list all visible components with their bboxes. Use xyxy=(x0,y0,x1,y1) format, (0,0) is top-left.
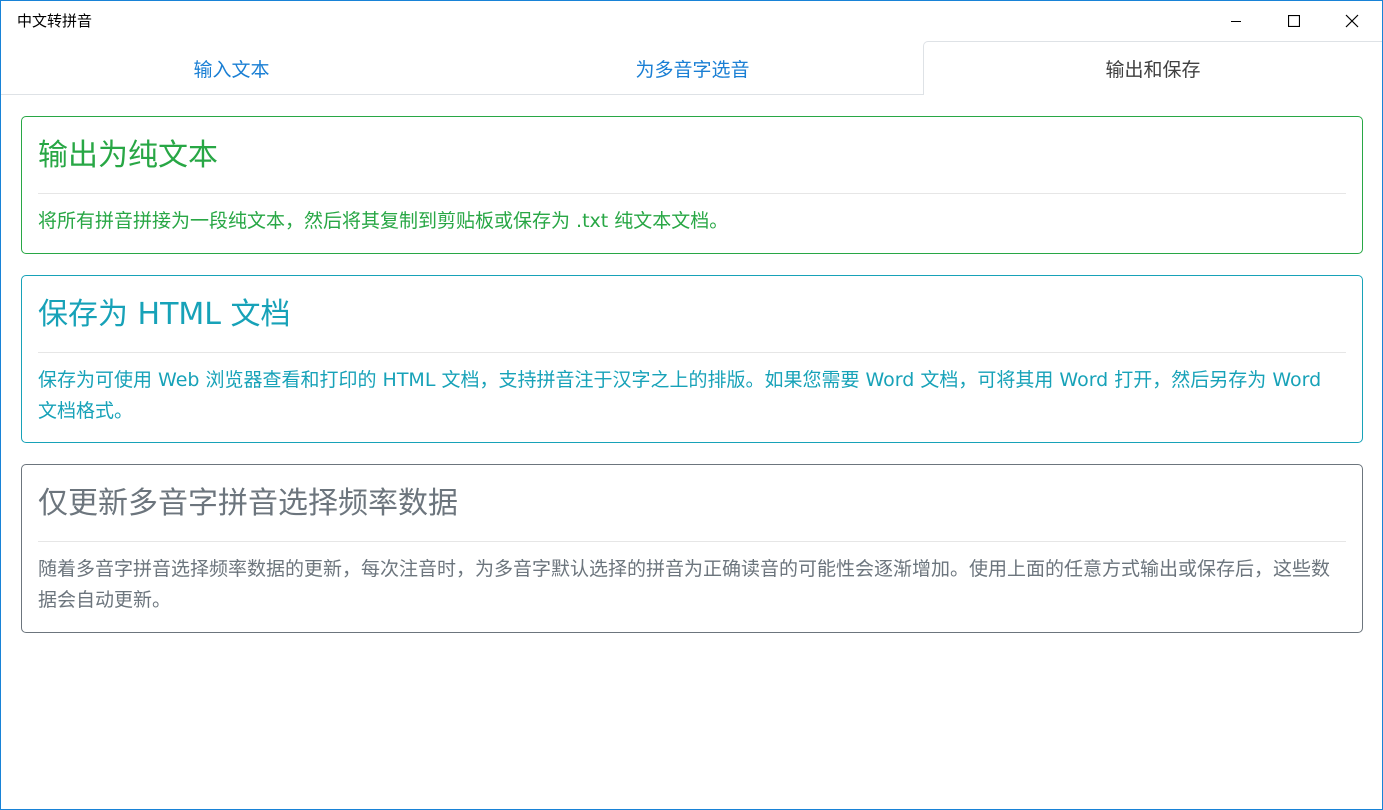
card-description: 随着多音字拼音选择频率数据的更新，每次注音时，为多音字默认选择的拼音为正确读音的… xyxy=(38,558,1331,611)
update-frequency-card[interactable]: 仅更新多音字拼音选择频率数据 随着多音字拼音选择频率数据的更新，每次注音时，为多… xyxy=(21,464,1363,633)
card-description: 将所有拼音拼接为一段纯文本，然后将其复制到剪贴板或保存为 .txt 纯文本文档。 xyxy=(38,210,729,232)
maximize-button[interactable] xyxy=(1265,1,1323,41)
close-icon xyxy=(1345,14,1359,28)
save-html-card[interactable]: 保存为 HTML 文档 保存为可使用 Web 浏览器查看和打印的 HTML 文档… xyxy=(21,275,1363,443)
tab-label: 为多音字选音 xyxy=(635,58,750,81)
card-divider xyxy=(38,541,1346,542)
tab-output-save[interactable]: 输出和保存 xyxy=(923,41,1382,95)
tab-label: 输入文本 xyxy=(193,58,270,81)
output-plain-text-card[interactable]: 输出为纯文本 将所有拼音拼接为一段纯文本，然后将其复制到剪贴板或保存为 .txt… xyxy=(21,116,1363,254)
tab-label: 输出和保存 xyxy=(1105,59,1201,81)
card-divider xyxy=(38,352,1346,353)
maximize-icon xyxy=(1288,15,1300,27)
app-window: 中文转拼音 输入文本 为多音字选音 输出和保存 输出为纯文本 将所有拼音拼接为一… xyxy=(0,0,1383,810)
card-description: 保存为可使用 Web 浏览器查看和打印的 HTML 文档，支持拼音注于汉字之上的… xyxy=(38,369,1322,422)
minimize-button[interactable] xyxy=(1207,1,1265,41)
tab-polyphonic-select[interactable]: 为多音字选音 xyxy=(462,41,923,95)
close-button[interactable] xyxy=(1323,1,1381,41)
card-title: 输出为纯文本 xyxy=(38,138,218,173)
card-divider xyxy=(38,193,1346,194)
title-bar[interactable]: 中文转拼音 xyxy=(1,1,1382,41)
card-title: 保存为 HTML 文档 xyxy=(38,297,291,332)
window-title: 中文转拼音 xyxy=(17,12,93,30)
card-title: 仅更新多音字拼音选择频率数据 xyxy=(38,486,458,521)
tab-bar: 输入文本 为多音字选音 输出和保存 xyxy=(1,41,1382,95)
tab-input-text[interactable]: 输入文本 xyxy=(1,41,462,95)
minimize-icon xyxy=(1231,21,1241,22)
